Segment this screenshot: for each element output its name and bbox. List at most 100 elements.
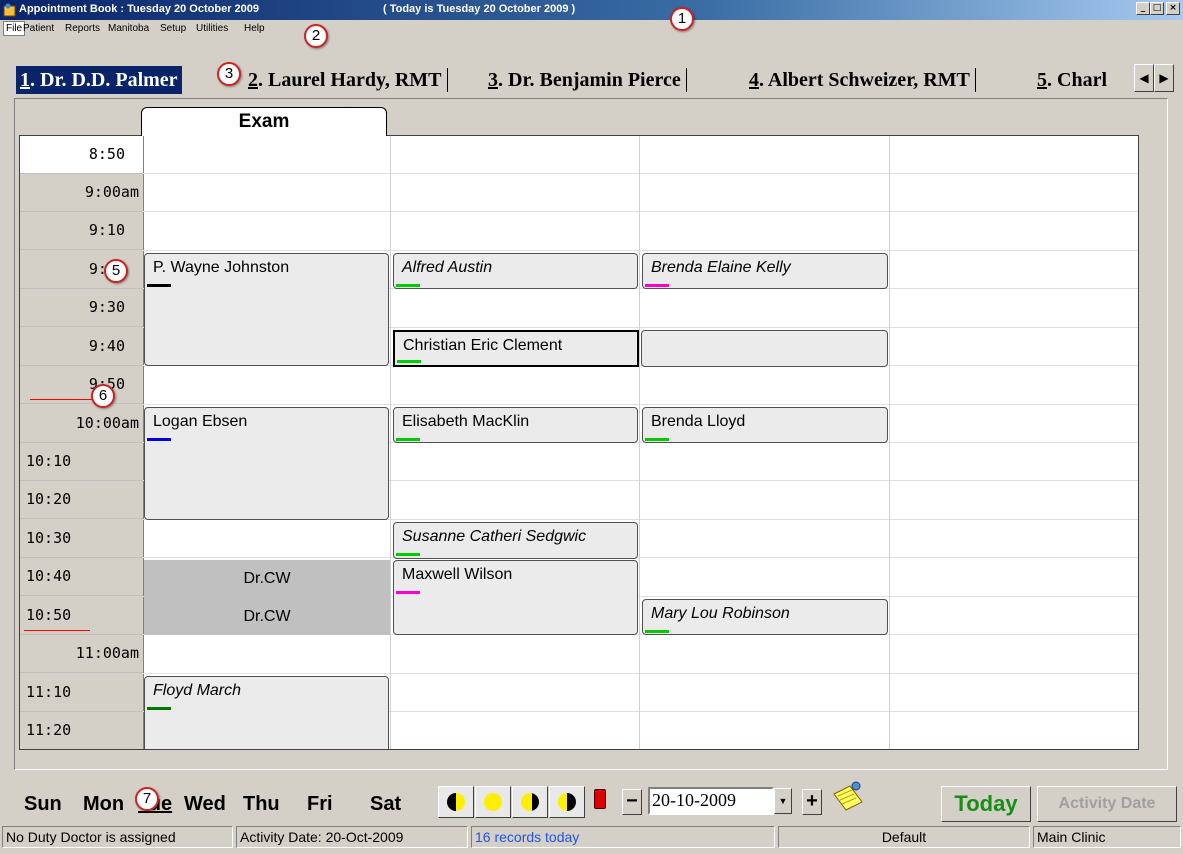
minimize-button[interactable]: _ — [1136, 2, 1150, 15]
app-icon — [3, 3, 16, 17]
menu-help[interactable]: Help — [244, 23, 265, 34]
time-slot-marked[interactable]: 10:50 — [20, 597, 143, 635]
day-sun[interactable]: Sun — [24, 787, 62, 821]
time-slot[interactable]: 10:10 — [20, 443, 143, 481]
time-slot[interactable]: 10:00am — [20, 405, 143, 443]
window-title: Appointment Book : Tuesday 20 October 20… — [19, 3, 260, 15]
time-slot-label: 10:50 — [26, 606, 72, 624]
status-bar — [397, 360, 421, 363]
status-profile: Default — [778, 826, 1030, 848]
appointment-block[interactable]: Floyd March — [144, 676, 389, 749]
tab-scroll-left-button[interactable]: ◀ — [1134, 64, 1154, 92]
room-tab-exam[interactable]: Exam — [141, 107, 387, 136]
moon-phase-first-quarter-button[interactable] — [438, 786, 474, 818]
appointment-block[interactable]: Logan Ebsen — [144, 407, 389, 520]
tab-scroll-right-button[interactable]: ▶ — [1154, 64, 1174, 92]
patient-name: Floyd March — [153, 682, 242, 699]
alarm-icon[interactable] — [594, 789, 606, 809]
next-date-button[interactable]: + — [802, 789, 822, 815]
doctor-tab-1[interactable]: 1. Dr. D.D. Palmer — [16, 66, 182, 94]
today-button[interactable]: Today — [941, 786, 1031, 822]
appointment-grid: 8:50 9:00am 9:10 9:20 9:30 9:40 9:50 10:… — [19, 135, 1139, 750]
appointment-block[interactable]: Maxwell Wilson — [393, 560, 638, 635]
status-activity-date: Activity Date: 20-Oct-2009 — [236, 826, 468, 848]
moon-icon — [484, 793, 502, 811]
status-bar — [645, 630, 669, 633]
time-slot[interactable]: 10:30 — [20, 520, 143, 558]
appointment-block[interactable]: Brenda Elaine Kelly — [642, 253, 888, 289]
moon-icon — [447, 793, 465, 811]
day-sat[interactable]: Sat — [370, 787, 401, 821]
patient-name: Elisabeth MacKlin — [402, 413, 530, 430]
patient-name: Brenda Elaine Kelly — [651, 259, 791, 276]
appointment-block[interactable]: Brenda Lloyd — [642, 407, 888, 443]
doctor-tab-label: . Albert Schweizer, RMT — [759, 69, 970, 91]
note-icon[interactable] — [828, 780, 866, 814]
previous-date-button[interactable]: − — [622, 789, 642, 815]
day-mon[interactable]: Mon — [83, 787, 124, 821]
doctor-tab-2[interactable]: 2. Laurel Hardy, RMT — [244, 66, 448, 94]
appointment-block[interactable]: Alfred Austin — [393, 253, 638, 289]
menu-reports[interactable]: Reports — [65, 23, 100, 34]
doctor-tab-label: . Charl — [1047, 69, 1107, 91]
time-slot[interactable]: 11:10 — [20, 674, 143, 712]
blocked-slot[interactable]: Dr.CW — [144, 598, 390, 635]
appointment-block-selected[interactable]: Christian Eric Clement — [393, 330, 639, 367]
day-fri[interactable]: Fri — [307, 787, 333, 821]
menu-file[interactable]: File — [3, 21, 26, 36]
doctor-tab-num: 1 — [20, 69, 30, 91]
doctor-tab-4[interactable]: 4. Albert Schweizer, RMT — [745, 66, 976, 94]
moon-phase-full-button[interactable] — [475, 786, 511, 818]
callout-1: 1 — [670, 7, 694, 31]
menu-bar: File Patient Reports Manitoba Setup Util… — [0, 20, 1183, 38]
time-slot[interactable]: 9:00am — [20, 174, 143, 212]
appointment-block[interactable]: Susanne Catheri Sedgwic — [393, 522, 638, 559]
day-wed[interactable]: Wed — [184, 787, 226, 821]
status-bar — [396, 438, 420, 441]
day-thu[interactable]: Thu — [243, 787, 280, 821]
doctor-tab-num: 4 — [749, 69, 759, 91]
time-column: 8:50 9:00am 9:10 9:20 9:30 9:40 9:50 10:… — [20, 136, 144, 749]
status-bar — [147, 284, 171, 287]
callout-2: 2 — [304, 24, 328, 48]
time-slot[interactable]: 8:50 — [20, 136, 143, 174]
doctor-tab-5[interactable]: 5. Charl — [1033, 66, 1111, 94]
current-time-marker — [30, 399, 98, 400]
menu-utilities[interactable]: Utilities — [196, 23, 228, 34]
today-note: ( Today is Tuesday 20 October 2009 ) — [383, 3, 576, 15]
time-slot[interactable]: 9:10 — [20, 212, 143, 250]
patient-name: Maxwell Wilson — [402, 566, 513, 583]
close-button[interactable]: × — [1166, 2, 1180, 15]
appointment-block[interactable]: P. Wayne Johnston — [144, 253, 389, 366]
status-bar — [645, 284, 669, 287]
date-field[interactable]: 20-10-2009 — [648, 787, 774, 815]
moon-phase-waning-button[interactable] — [512, 786, 548, 818]
time-slot-current[interactable]: 9:50 — [20, 366, 143, 404]
moon-phase-last-quarter-button[interactable] — [549, 786, 585, 818]
time-slot[interactable]: 10:40 — [20, 558, 143, 596]
maximize-button[interactable]: □ — [1150, 2, 1164, 15]
patient-name: Susanne Catheri Sedgwic — [402, 528, 587, 545]
menu-setup[interactable]: Setup — [160, 23, 186, 34]
patient-name: Alfred Austin — [402, 259, 493, 276]
doctor-tab-3[interactable]: 3. Dr. Benjamin Pierce — [484, 66, 687, 94]
time-slot[interactable]: 10:20 — [20, 481, 143, 519]
callout-7: 7 — [135, 787, 159, 811]
appointment-block[interactable]: Elisabeth MacKlin — [393, 407, 638, 443]
menu-manitoba[interactable]: Manitoba — [108, 23, 149, 34]
patient-name: Christian Eric Clement — [403, 337, 563, 354]
patient-name: Mary Lou Robinson — [651, 605, 790, 622]
appointment-block[interactable]: Mary Lou Robinson — [642, 599, 888, 635]
menu-patient[interactable]: Patient — [23, 23, 54, 34]
time-slot[interactable]: 11:00am — [20, 635, 143, 673]
blocked-slot[interactable]: Dr.CW — [144, 560, 390, 598]
time-slot[interactable]: 9:30 — [20, 289, 143, 327]
status-bar — [396, 284, 420, 287]
time-marker — [24, 630, 90, 631]
doctor-tab-num: 2 — [248, 69, 258, 91]
date-dropdown-button[interactable]: ▼ — [774, 788, 792, 814]
time-slot[interactable]: 11:20 — [20, 712, 143, 749]
activity-date-button[interactable]: Activity Date — [1037, 786, 1177, 822]
appointment-block[interactable] — [641, 330, 888, 367]
time-slot[interactable]: 9:40 — [20, 328, 143, 366]
